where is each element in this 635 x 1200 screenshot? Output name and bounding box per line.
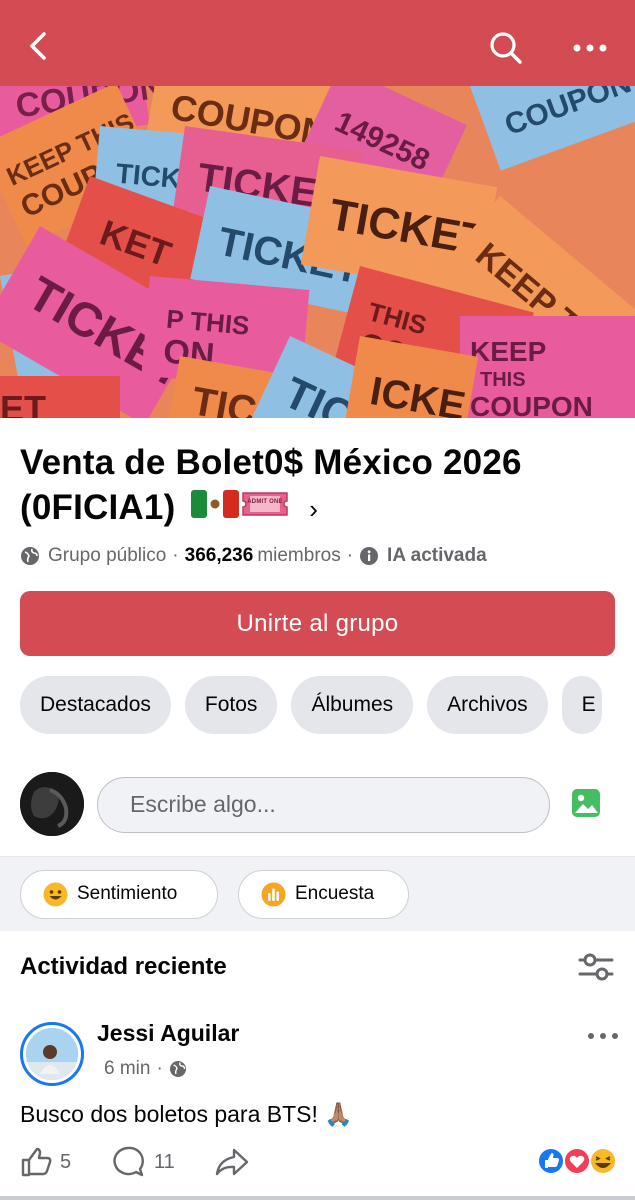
back-chevron-icon[interactable] [20,28,56,64]
separator: · [346,545,354,566]
post-more-icon[interactable] [586,1026,620,1046]
group-cover-image[interactable]: COUPON COUPON 149258 COUPON KEEP THISCOU… [0,86,635,418]
group-title-line2-row: (0FICIA1) ADMIT ONE › [20,485,620,532]
tab-albumes[interactable]: Álbumes [291,676,414,734]
svg-text:COUPON: COUPON [470,391,593,418]
svg-text:KEEP: KEEP [470,336,546,367]
feeling-button[interactable]: Sentimiento [20,870,218,919]
separator: · [156,1058,163,1079]
group-tabs: Destacados Fotos Álbumes Archivos E [20,676,602,734]
search-icon[interactable] [486,28,526,68]
love-reaction-icon [563,1147,591,1175]
svg-text:ET: ET [0,388,46,418]
comment-icon [113,1146,144,1177]
tickets-illustration: COUPON COUPON 149258 COUPON KEEP THISCOU… [0,86,635,418]
tab-fotos[interactable]: Fotos [184,676,278,734]
comment-count: 11 [154,1150,175,1173]
info-icon [360,547,379,565]
poll-icon [261,882,286,907]
feed-separator [0,1196,635,1200]
thumbs-up-icon [21,1147,52,1177]
sliders-icon[interactable] [578,952,614,984]
like-reaction-icon [537,1147,565,1175]
ticket-emoji-icon: ADMIT ONE [242,492,289,516]
ticket-emoji-text: ADMIT ONE [248,499,283,505]
smiley-icon [43,882,68,907]
members-count: 366,236 [184,545,254,566]
post-author-avatar[interactable] [20,1022,84,1086]
like-button[interactable]: 5 [20,1144,71,1180]
tab-archivos[interactable]: Archivos [427,676,548,734]
members-label[interactable]: miembros [257,545,340,567]
group-title-line1: Venta de Bolet0$ México 2026 [20,443,522,482]
post-meta: 6 min · [104,1058,187,1080]
poll-label: Encuesta [295,883,375,904]
globe-icon [169,1061,186,1077]
group-title-line2: (0FICIA1) [20,488,176,527]
user-avatar[interactable] [20,772,84,836]
top-bar [0,0,635,86]
post-text: Busco dos boletos para BTS! 🙏🏽 [20,1101,353,1127]
group-title[interactable]: Venta de Bolet0$ México 2026 (0FICIA1) A… [20,440,620,532]
post-author-name[interactable]: Jessi Aguilar [97,1020,239,1047]
share-icon [215,1148,249,1176]
recent-activity-heading: Actividad reciente [20,953,227,980]
share-button[interactable] [214,1144,258,1180]
title-emojis: ADMIT ONE [191,487,289,532]
svg-text:THIS: THIS [480,369,526,391]
ai-label[interactable]: IA activada [387,545,487,566]
mexico-flag-icon [191,490,240,519]
haha-reaction-icon [589,1147,617,1175]
comment-button[interactable]: 11 [112,1144,175,1180]
separator: · [172,545,179,566]
more-options-icon[interactable] [568,30,612,66]
write-post-input[interactable]: Escribe algo... [97,777,550,833]
feeling-label: Sentimiento [77,883,178,904]
join-group-button[interactable]: Unirte al grupo [20,591,615,656]
privacy-label: Grupo público [48,545,167,566]
like-count: 5 [60,1150,72,1173]
title-chevron-icon[interactable]: › [309,487,318,532]
tab-more[interactable]: E [561,676,602,734]
photo-icon[interactable] [571,788,601,818]
group-meta: Grupo público · 366,236 miembros · IA ac… [20,543,491,569]
tab-destacados[interactable]: Destacados [20,676,171,734]
globe-icon [21,547,39,565]
poll-button[interactable]: Encuesta [238,870,409,919]
reactions-summary[interactable] [537,1146,619,1176]
post-time[interactable]: 6 min [104,1058,150,1080]
